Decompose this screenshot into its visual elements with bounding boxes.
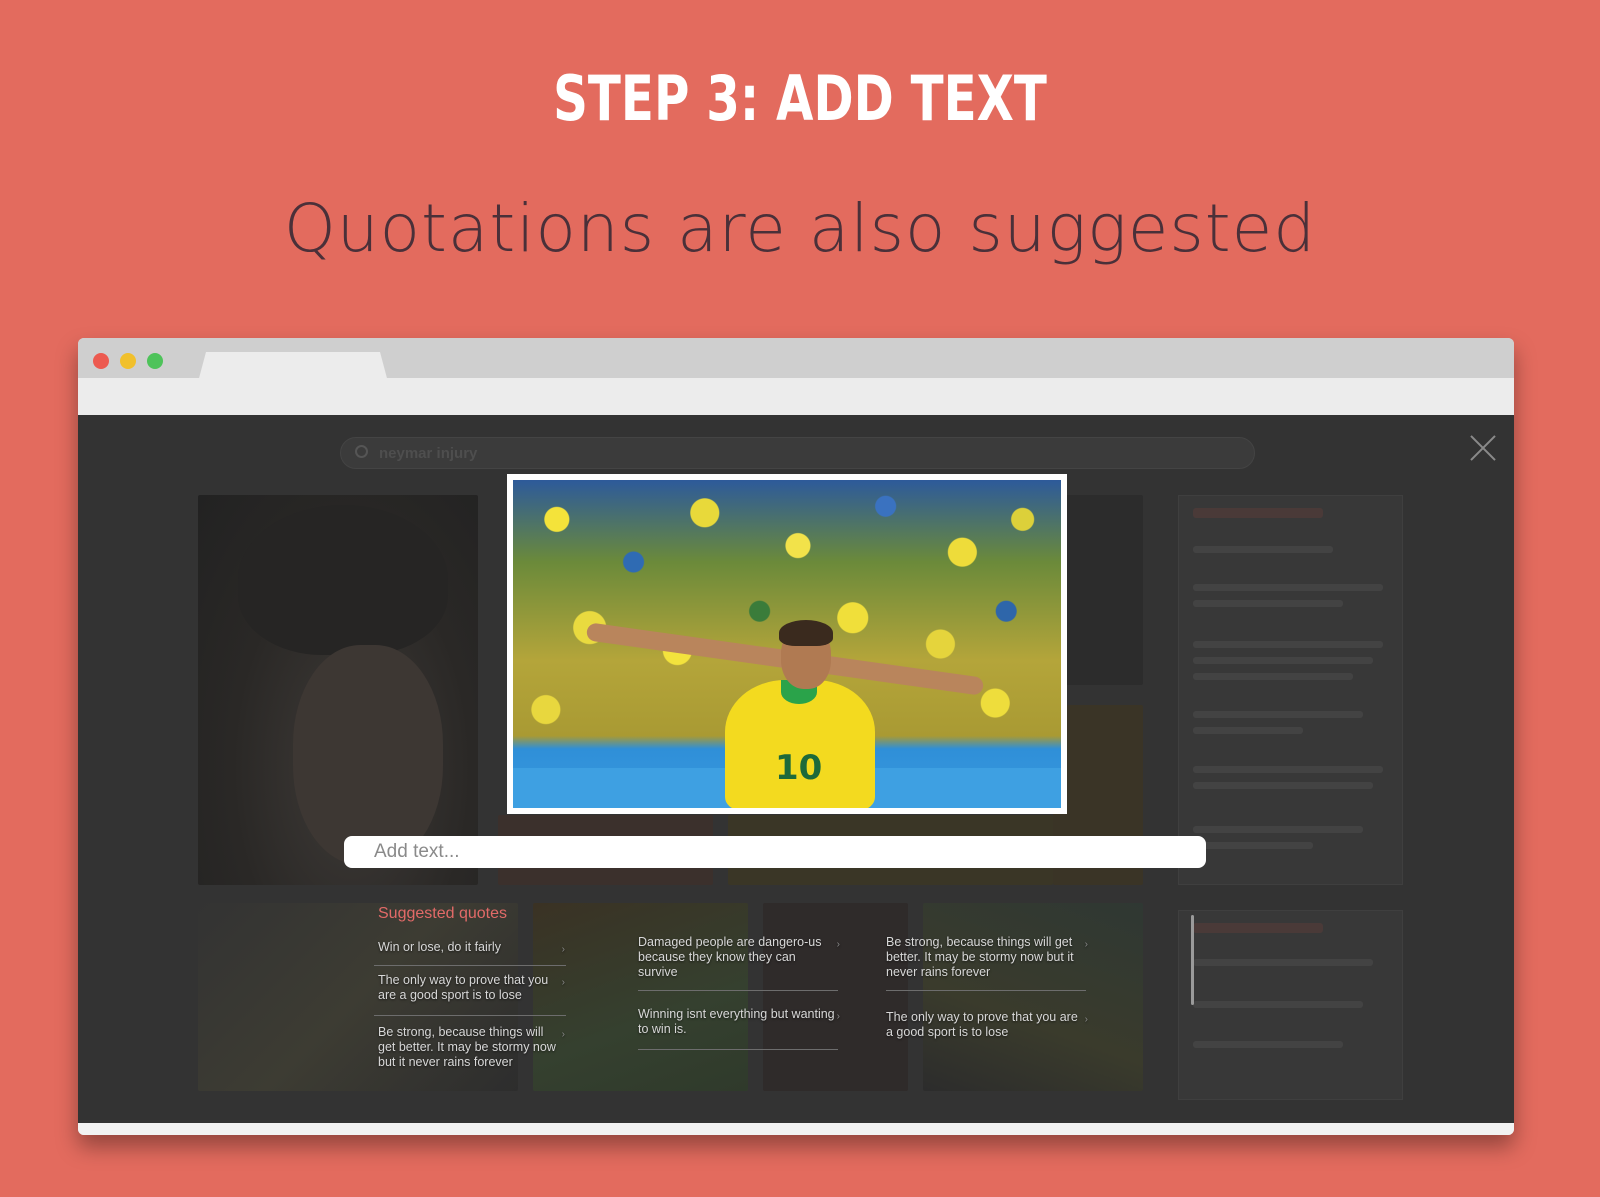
suggested-quote[interactable]: Be strong, because things will get bette… (886, 935, 1088, 980)
chevron-right-icon: › (561, 944, 565, 955)
chevron-right-icon: › (836, 1011, 840, 1022)
suggested-quote[interactable]: Winning isnt everything but wanting to w… (638, 1007, 840, 1037)
chevron-right-icon: › (836, 939, 840, 950)
background-image-tile (763, 903, 908, 1091)
background-search-query: neymar injury (379, 445, 478, 462)
background-image-tile (923, 903, 1143, 1091)
background-sidebar-panel (1178, 910, 1403, 1100)
suggested-quote[interactable]: The only way to prove that you are a goo… (886, 1010, 1088, 1040)
suggested-quote[interactable]: Be strong, because things will get bette… (378, 1025, 565, 1070)
add-text-input[interactable] (344, 836, 1206, 868)
subtitle: Quotations are also suggested (283, 190, 1317, 267)
chevron-right-icon: › (1084, 1014, 1088, 1025)
background-image-tile (198, 495, 478, 885)
browser-bottom-bar (78, 1123, 1514, 1135)
background-image-tile (533, 903, 748, 1091)
background-sidebar-panel (1178, 495, 1403, 885)
close-window-dot[interactable] (93, 353, 109, 369)
selected-photo: 10 (507, 474, 1067, 814)
browser-toolbar (78, 378, 1514, 415)
modal-overlay: neymar injury 10 Add text... Suggested q… (78, 415, 1514, 1123)
browser-titlebar (78, 338, 1514, 378)
maximize-window-dot[interactable] (147, 353, 163, 369)
close-modal-icon[interactable] (1468, 433, 1498, 463)
minimize-window-dot[interactable] (120, 353, 136, 369)
chevron-right-icon: › (561, 1029, 565, 1040)
step-title: STEP 3: ADD TEXT (553, 62, 1047, 135)
browser-window: neymar injury 10 Add text... Suggested q… (78, 338, 1514, 1135)
chevron-right-icon: › (561, 977, 565, 988)
suggested-quotes-title: Suggested quotes (378, 905, 507, 922)
suggested-quote[interactable]: The only way to prove that you are a goo… (378, 973, 565, 1003)
jersey-number: 10 (775, 748, 823, 788)
chevron-right-icon: › (1084, 939, 1088, 950)
background-search-bar: neymar injury (340, 437, 1255, 469)
scrollbar[interactable] (1191, 915, 1194, 1005)
suggested-quote[interactable]: Win or lose, do it fairly › (378, 940, 565, 955)
suggested-quote[interactable]: Damaged people are dangero-us because th… (638, 935, 840, 980)
search-icon (355, 445, 368, 458)
soccer-player-photo: 10 (513, 480, 1061, 808)
